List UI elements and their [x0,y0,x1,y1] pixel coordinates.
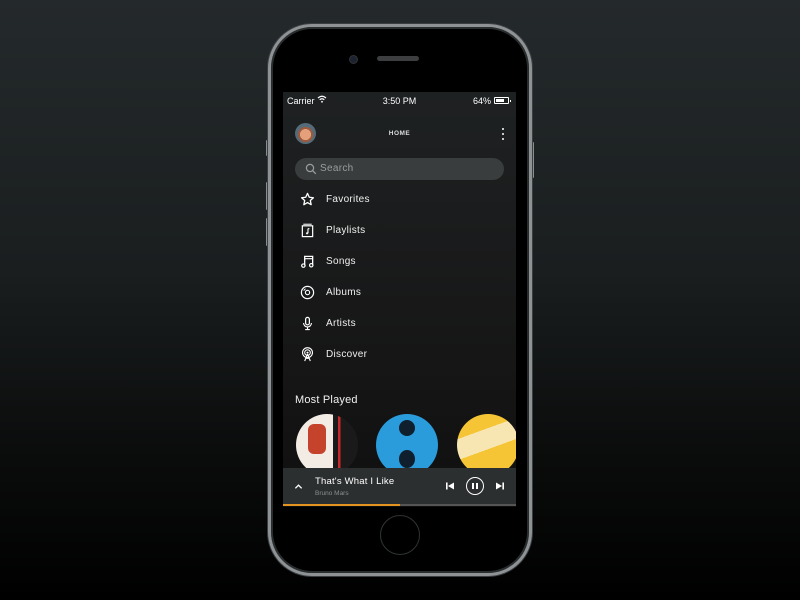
most-played-carousel [283,414,516,468]
menu-item-label: Albums [326,287,362,298]
search-icon [305,163,317,175]
microphone-icon [303,316,312,331]
playback-progress-bar[interactable] [283,504,516,506]
search-input[interactable]: Search [295,158,504,180]
menu-item-albums[interactable]: Albums [283,278,516,309]
library-menu: Favorites Playlists Songs Albums Artists… [283,185,516,371]
album-cover-1[interactable] [296,414,358,468]
previous-track-icon[interactable] [445,481,455,491]
menu-item-label: Artists [326,318,356,329]
app-header: HOME [283,120,516,148]
star-icon [300,192,315,206]
disc-icon [300,285,315,300]
menu-item-discover[interactable]: Discover [283,340,516,371]
broadcast-icon [301,347,314,362]
mini-player[interactable]: That's What I Like Bruno Mars [283,468,516,504]
most-played-title: Most Played [295,394,358,406]
earpiece-speaker [377,56,419,61]
playback-progress-fill [283,504,400,506]
pause-button[interactable] [466,477,484,495]
app-screen: Carrier 3:50 PM 64% HOME Search Favorite… [283,92,516,507]
status-bar: Carrier 3:50 PM 64% [283,92,516,110]
kebab-menu-icon[interactable] [501,128,505,140]
album-cover-3[interactable] [457,414,516,468]
menu-item-artists[interactable]: Artists [283,309,516,340]
playlist-icon [301,223,314,238]
menu-item-playlists[interactable]: Playlists [283,216,516,247]
now-playing-title: That's What I Like [315,476,395,487]
front-camera [349,55,358,64]
battery-percent: 64% [472,96,491,106]
menu-item-label: Songs [326,256,356,267]
album-cover-2[interactable] [376,414,438,468]
music-note-icon [301,255,314,268]
chevron-up-icon[interactable] [294,482,303,491]
menu-item-favorites[interactable]: Favorites [283,185,516,216]
menu-item-label: Discover [326,349,368,360]
menu-item-label: Favorites [326,194,370,205]
menu-item-label: Playlists [326,225,366,236]
search-placeholder: Search [320,163,354,174]
battery-icon [494,97,511,104]
menu-item-songs[interactable]: Songs [283,247,516,278]
page-title: HOME [388,130,411,137]
next-track-icon[interactable] [495,481,505,491]
now-playing-artist: Bruno Mars [315,490,349,497]
home-button[interactable] [380,515,420,555]
